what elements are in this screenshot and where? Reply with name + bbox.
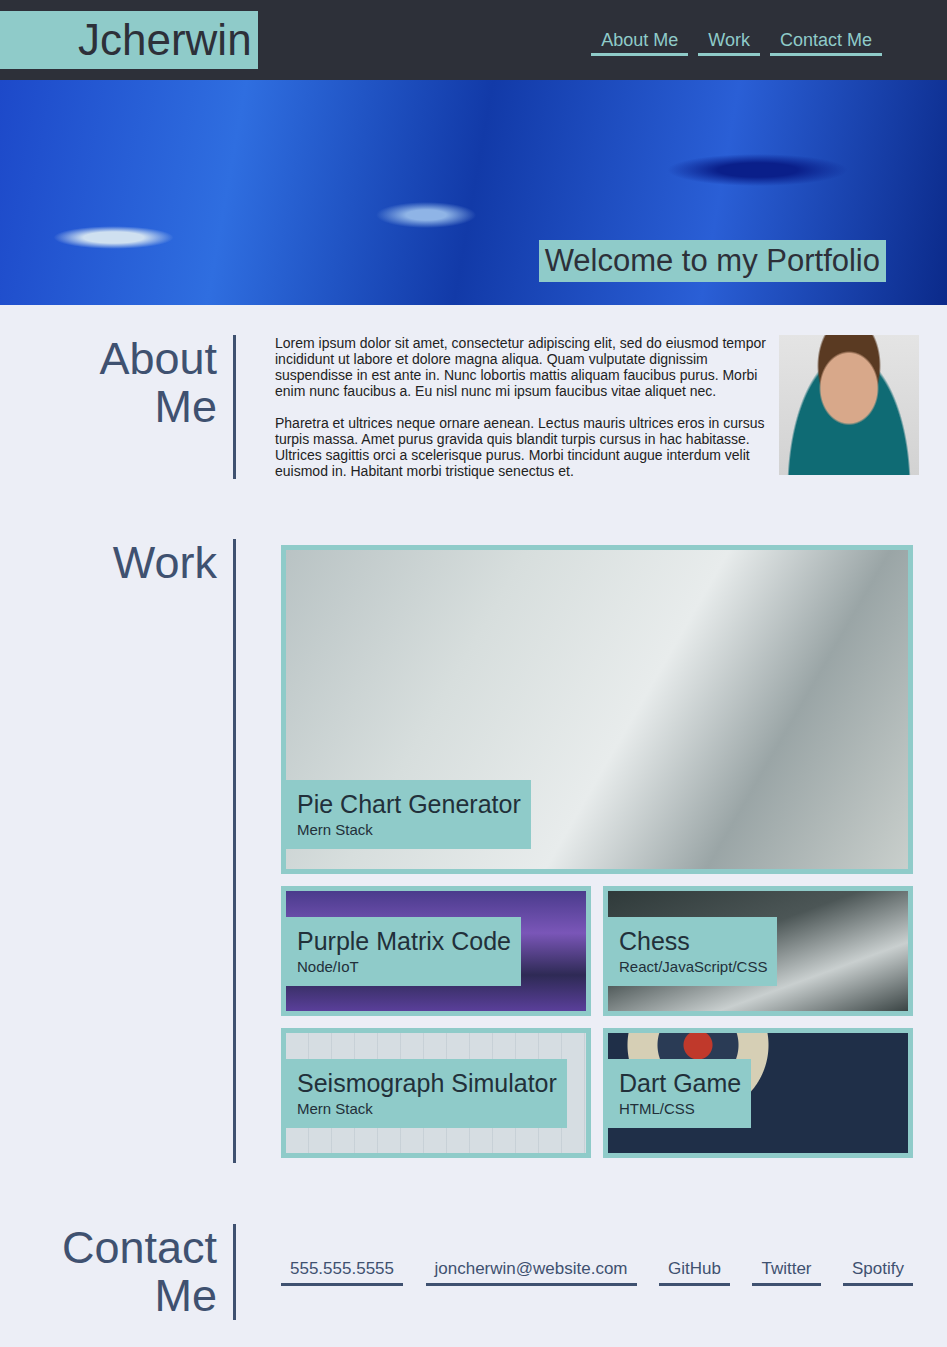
contact-links: 555.555.5555 joncherwin@website.com GitHub… — [281, 1259, 913, 1286]
header: Jcherwin About Me Work Contact Me — [0, 0, 947, 80]
project-stack: HTML/CSS — [619, 1098, 741, 1120]
nav: About Me Work Contact Me — [591, 24, 882, 56]
project-stack: Mern Stack — [297, 819, 521, 841]
logo[interactable]: Jcherwin — [0, 11, 258, 69]
about-section: About Me Lorem ipsum dolor sit amet, cons… — [0, 335, 947, 479]
nav-link[interactable]: Contact Me — [770, 30, 882, 56]
nav-link[interactable]: Work — [698, 30, 760, 56]
nav-link[interactable]: About Me — [591, 30, 688, 56]
about-text: Lorem ipsum dolor sit amet, consectetur … — [275, 335, 773, 479]
project-title: Dart Game — [619, 1068, 741, 1098]
project-label: Purple Matrix CodeNode/IoT — [286, 917, 521, 986]
portfolio-page: Jcherwin About Me Work Contact Me Welcome to… — [0, 0, 947, 1347]
contact-link[interactable]: joncherwin@website.com — [426, 1259, 637, 1286]
paragraph: Lorem ipsum dolor sit amet, consectetur … — [275, 335, 773, 399]
project-title: Pie Chart Generator — [297, 789, 521, 819]
contact-link[interactable]: 555.555.5555 — [281, 1259, 403, 1286]
contact-link[interactable]: GitHub — [659, 1259, 730, 1286]
project-card[interactable]: Seismograph SimulatorMern Stack — [281, 1028, 591, 1158]
contact-link[interactable]: Spotify — [843, 1259, 913, 1286]
project-stack: Node/IoT — [297, 956, 511, 978]
profile-photo — [779, 335, 919, 475]
hero-banner: Welcome to my Portfolio — [0, 80, 947, 305]
project-card[interactable]: Pie Chart GeneratorMern Stack — [281, 545, 913, 874]
about-content: Lorem ipsum dolor sit amet, consectetur … — [233, 335, 947, 479]
project-card[interactable]: ChessReact/JavaScript/CSS — [603, 886, 913, 1016]
project-label: Pie Chart GeneratorMern Stack — [286, 780, 531, 849]
project-label: ChessReact/JavaScript/CSS — [608, 917, 777, 986]
project-card[interactable]: Dart GameHTML/CSS — [603, 1028, 913, 1158]
project-grid: Pie Chart GeneratorMern StackPurple Matr… — [281, 545, 913, 1158]
project-title: Purple Matrix Code — [297, 926, 511, 956]
project-title: Chess — [619, 926, 767, 956]
work-section: WorkPie Chart GeneratorMern StackPurple … — [0, 539, 947, 1163]
section-heading: About Me — [0, 335, 217, 479]
section-heading: Work — [0, 539, 217, 1163]
project-stack: React/JavaScript/CSS — [619, 956, 767, 978]
project-label: Dart GameHTML/CSS — [608, 1059, 751, 1128]
section-heading: Contact Me — [0, 1224, 217, 1320]
project-label: Seismograph SimulatorMern Stack — [286, 1059, 567, 1128]
contact-link[interactable]: Twitter — [752, 1259, 820, 1286]
contact-section: Contact Me 555.555.5555 joncherwin@website… — [0, 1224, 947, 1320]
work-content: Pie Chart GeneratorMern StackPurple Matr… — [233, 539, 947, 1163]
paragraph: Pharetra et ultrices neque ornare aenean… — [275, 415, 773, 479]
project-title: Seismograph Simulator — [297, 1068, 557, 1098]
hero-title: Welcome to my Portfolio — [539, 240, 886, 282]
project-stack: Mern Stack — [297, 1098, 557, 1120]
project-card[interactable]: Purple Matrix CodeNode/IoT — [281, 886, 591, 1016]
contact-content: 555.555.5555 joncherwin@website.com GitHub… — [233, 1224, 947, 1320]
